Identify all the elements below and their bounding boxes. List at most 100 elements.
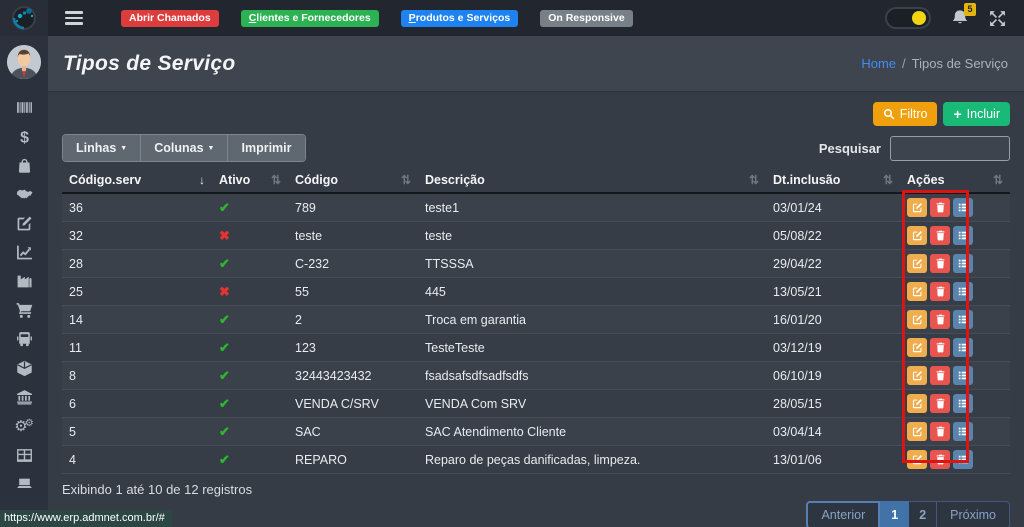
chart-line-icon[interactable]: [13, 244, 35, 262]
active-check-icon: ✔: [219, 200, 230, 215]
sort-icon: ↓: [199, 173, 205, 187]
topbar-badge[interactable]: Clientes e Fornecedores: [241, 10, 379, 27]
edit-button[interactable]: [907, 394, 927, 413]
edit-button[interactable]: [907, 226, 927, 245]
cell-acoes: [900, 446, 1010, 474]
cell-codigo: C-232: [288, 250, 418, 278]
cell-ativo: ✔: [212, 193, 288, 222]
bank-icon[interactable]: [13, 389, 35, 407]
cell-acoes: [900, 278, 1010, 306]
fullscreen-icon[interactable]: [989, 10, 1006, 27]
edit-button[interactable]: [907, 254, 927, 273]
menu-toggle-icon[interactable]: [65, 8, 83, 28]
rows-dropdown-button[interactable]: Linhas▼: [63, 135, 141, 161]
table-row: 36✔789teste103/01/24: [62, 193, 1010, 222]
dollar-icon[interactable]: $: [13, 128, 35, 146]
delete-button[interactable]: [930, 422, 950, 441]
pagination: Anterior12Próximo: [62, 501, 1010, 527]
handshake-icon[interactable]: [13, 186, 35, 204]
table-wrap: ↓Código.serv⇅Ativo⇅Código⇅Descrição⇅Dt.i…: [62, 168, 1010, 474]
bag-icon[interactable]: [13, 157, 35, 175]
cell-dt-inclusao: 16/01/20: [766, 306, 900, 334]
delete-button[interactable]: [930, 226, 950, 245]
cell-descricao: TesteTeste: [418, 334, 766, 362]
details-button[interactable]: [953, 310, 973, 329]
delete-button[interactable]: [930, 310, 950, 329]
cell-codigo-serv: 11: [62, 334, 212, 362]
delete-button[interactable]: [930, 282, 950, 301]
industry-icon[interactable]: [13, 273, 35, 291]
column-header[interactable]: ⇅Código: [288, 168, 418, 193]
cell-codigo: 123: [288, 334, 418, 362]
topbar-badge[interactable]: On Responsive: [540, 10, 632, 27]
delete-button[interactable]: [930, 450, 950, 469]
table-row: 4✔REPAROReparo de peças danificadas, lim…: [62, 446, 1010, 474]
print-button[interactable]: Imprimir: [228, 135, 304, 161]
table-row: 6✔VENDA C/SRVVENDA Com SRV28/05/15: [62, 390, 1010, 418]
prev-page-button[interactable]: Anterior: [806, 501, 880, 527]
page-header: Tipos de Serviço Home/Tipos de Serviço: [48, 36, 1024, 92]
cell-codigo: 789: [288, 193, 418, 222]
search-label: Pesquisar: [819, 141, 881, 156]
add-button[interactable]: + Incluir: [943, 102, 1010, 126]
details-button[interactable]: [953, 394, 973, 413]
cart-icon[interactable]: [13, 302, 35, 320]
edit-button[interactable]: [907, 422, 927, 441]
topbar-badge[interactable]: Produtos e Serviços: [401, 10, 519, 27]
delete-button[interactable]: [930, 198, 950, 217]
page-button-2[interactable]: 2: [909, 501, 937, 527]
app-logo[interactable]: [0, 0, 48, 36]
table-row: 8✔32443423432fsadsafsdfsadfsdfs06/10/19: [62, 362, 1010, 390]
details-button[interactable]: [953, 198, 973, 217]
column-header[interactable]: ⇅Ativo: [212, 168, 288, 193]
cell-dt-inclusao: 29/04/22: [766, 250, 900, 278]
edit-button[interactable]: [907, 198, 927, 217]
page-title: Tipos de Serviço: [63, 52, 235, 76]
column-header[interactable]: ⇅Ações: [900, 168, 1010, 193]
edit-button[interactable]: [907, 450, 927, 469]
column-header[interactable]: ⇅Descrição: [418, 168, 766, 193]
table-row: 14✔2Troca em garantia16/01/20: [62, 306, 1010, 334]
table-icon[interactable]: [13, 447, 35, 465]
delete-button[interactable]: [930, 394, 950, 413]
details-button[interactable]: [953, 422, 973, 441]
cogs-icon[interactable]: ⚙⚙: [13, 418, 35, 436]
notifications-button[interactable]: 5: [951, 9, 969, 27]
details-button[interactable]: [953, 338, 973, 357]
topbar-badge[interactable]: Abrir Chamados: [121, 10, 219, 27]
barcode-icon[interactable]: [13, 99, 35, 117]
breadcrumb-home-link[interactable]: Home: [861, 56, 896, 71]
delete-button[interactable]: [930, 366, 950, 385]
next-page-button[interactable]: Próximo: [937, 501, 1010, 527]
cell-ativo: ✔: [212, 362, 288, 390]
details-button[interactable]: [953, 282, 973, 301]
status-url: https://www.erp.admnet.com.br/#: [0, 510, 172, 527]
columns-dropdown-button[interactable]: Colunas▼: [141, 135, 228, 161]
user-avatar[interactable]: [7, 45, 41, 79]
cube-icon[interactable]: [13, 360, 35, 378]
laptop-icon[interactable]: [13, 476, 35, 494]
cell-descricao: TTSSSA: [418, 250, 766, 278]
edit-button[interactable]: [907, 310, 927, 329]
details-button[interactable]: [953, 450, 973, 469]
theme-toggle[interactable]: [885, 7, 931, 29]
page-button-1[interactable]: 1: [880, 501, 909, 527]
filter-button[interactable]: Filtro: [873, 102, 938, 126]
cell-acoes: [900, 334, 1010, 362]
edit-button[interactable]: [907, 366, 927, 385]
column-header[interactable]: ⇅Dt.inclusão: [766, 168, 900, 193]
table-controls-group: Linhas▼ Colunas▼ Imprimir: [62, 134, 306, 162]
delete-button[interactable]: [930, 254, 950, 273]
column-header[interactable]: ↓Código.serv: [62, 168, 212, 193]
search-input[interactable]: [890, 136, 1010, 161]
details-button[interactable]: [953, 366, 973, 385]
cell-ativo: ✔: [212, 446, 288, 474]
search-icon: [883, 108, 895, 120]
delete-button[interactable]: [930, 338, 950, 357]
edit-button[interactable]: [907, 338, 927, 357]
shuttle-icon[interactable]: [13, 331, 35, 349]
details-button[interactable]: [953, 226, 973, 245]
edit-icon[interactable]: [13, 215, 35, 233]
details-button[interactable]: [953, 254, 973, 273]
edit-button[interactable]: [907, 282, 927, 301]
